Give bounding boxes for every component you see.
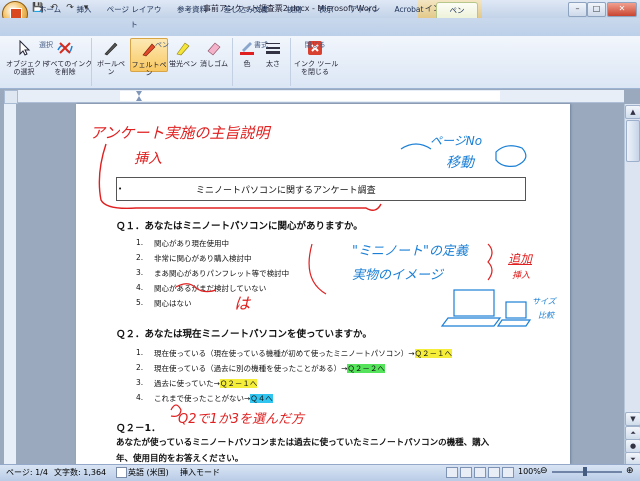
draft-view-icon[interactable] xyxy=(502,467,514,478)
scroll-thumb[interactable] xyxy=(626,120,640,162)
ink-arrow-stroke xyxy=(400,143,432,150)
select-object-label: オブジェクト の選択 xyxy=(6,60,48,76)
tab-insert[interactable]: 挿入 xyxy=(72,2,96,17)
close-ink-tools-label: インク ツール を閉じる xyxy=(294,60,339,76)
full-screen-view-icon[interactable] xyxy=(460,467,472,478)
tab-home[interactable]: ホーム xyxy=(34,2,66,17)
ink-annotation-size[interactable]: サイズ xyxy=(532,296,556,307)
felt-pen-label: フェルトペン xyxy=(131,61,167,77)
group-separator xyxy=(232,38,233,86)
laptop-sketch-large xyxy=(453,289,495,317)
ink-annotation-move[interactable]: 移動 xyxy=(446,152,474,172)
ink-annotation-page-no[interactable]: ページNo xyxy=(430,132,482,149)
ink-annotation-add[interactable]: 追加 xyxy=(508,250,532,267)
group-label-format: 書式 xyxy=(254,41,268,49)
ruler-text-area xyxy=(120,91,500,101)
laptop-sketch-small xyxy=(505,301,527,319)
scroll-down-button[interactable]: ▼ xyxy=(625,412,640,426)
insert-mode-indicator[interactable]: 挿入モード xyxy=(180,467,220,478)
tab-addins[interactable]: アドイン xyxy=(348,2,382,17)
zoom-slider-track[interactable] xyxy=(552,471,622,473)
scroll-up-button[interactable]: ▲ xyxy=(625,105,640,119)
print-layout-view-icon[interactable] xyxy=(446,467,458,478)
group-label-pen: ペン xyxy=(155,41,169,49)
tab-review[interactable]: 校閲 xyxy=(282,2,306,17)
zoom-out-icon[interactable]: ⊖ xyxy=(540,466,548,476)
zoom-level[interactable]: 100% xyxy=(518,467,541,476)
previous-page-button[interactable]: ⏶ xyxy=(625,426,640,440)
ribbon-tab-bar xyxy=(0,18,640,36)
group-separator xyxy=(290,38,291,86)
ink-brace-stroke xyxy=(487,243,493,281)
group-label-close: 閉じる xyxy=(304,41,326,49)
tab-pen[interactable]: ペン xyxy=(436,2,478,18)
outline-view-icon[interactable] xyxy=(488,467,500,478)
group-label-select: 選択 xyxy=(39,41,53,49)
page-counter[interactable]: ページ: 1/4 xyxy=(6,467,48,478)
ink-cloud-stroke xyxy=(495,145,527,167)
laptop-sketch-small-base xyxy=(496,319,532,327)
word-count[interactable]: 文字数: 1,364 xyxy=(54,467,106,478)
laptop-sketch-large-base xyxy=(440,317,502,327)
select-browse-object-button[interactable]: ● xyxy=(625,439,640,453)
tab-page-layout[interactable]: ページ レイアウト xyxy=(104,2,164,29)
ink-curve-stroke xyxy=(175,283,217,293)
ink-underline-stroke xyxy=(308,243,327,295)
ink-color-label: 色 xyxy=(243,60,251,68)
minimize-button[interactable]: – xyxy=(568,2,587,17)
maximize-button[interactable]: □ xyxy=(587,2,606,17)
delete-all-ink-label: すべてのインク を削除 xyxy=(44,60,93,76)
tab-view[interactable]: 表示 xyxy=(314,2,338,17)
zoom-in-icon[interactable]: ⊕ xyxy=(626,466,634,476)
ink-annotation-ha[interactable]: は xyxy=(234,290,250,314)
web-layout-view-icon[interactable] xyxy=(474,467,486,478)
close-button[interactable]: ✕ xyxy=(607,2,637,17)
ink-thickness-label: 太さ xyxy=(266,60,280,68)
highlighter-label: 蛍光ペン xyxy=(169,60,197,68)
tab-acrobat[interactable]: Acrobat xyxy=(390,2,428,17)
ink-annotation-definition[interactable]: "ミニノート"の定義 xyxy=(352,240,468,259)
ink-annotation-purpose[interactable]: アンケート実施の主旨説明 xyxy=(90,122,269,143)
ink-annotation-insert-2[interactable]: 挿入 xyxy=(512,268,530,281)
language-indicator[interactable]: 英語 (米国) xyxy=(128,467,169,478)
zoom-slider-thumb[interactable] xyxy=(583,467,587,476)
tab-references[interactable]: 参考資料 xyxy=(172,2,212,17)
tab-selector[interactable] xyxy=(4,90,18,104)
document-page[interactable]: • ミニノートパソコンに関するアンケート調査 Ｑ１．あなたはミニノートパソコンに… xyxy=(76,104,570,464)
group-separator xyxy=(91,38,92,86)
vertical-ruler[interactable] xyxy=(4,104,16,464)
ink-annotation-compare[interactable]: 比較 xyxy=(538,310,554,321)
tab-mailings[interactable]: 差し込み文書 xyxy=(218,2,274,17)
ink-annotation-image[interactable]: 実物のイメージ xyxy=(352,264,443,283)
ballpoint-pen-label: ボールペン xyxy=(97,60,125,76)
ink-annotation-q2-choice[interactable]: Q2で1か3を選んだ方 xyxy=(178,408,304,427)
eraser-label: 消しゴム xyxy=(200,60,228,68)
proofing-icon[interactable] xyxy=(116,467,127,478)
ink-annotation-insert[interactable]: 挿入 xyxy=(134,148,162,168)
